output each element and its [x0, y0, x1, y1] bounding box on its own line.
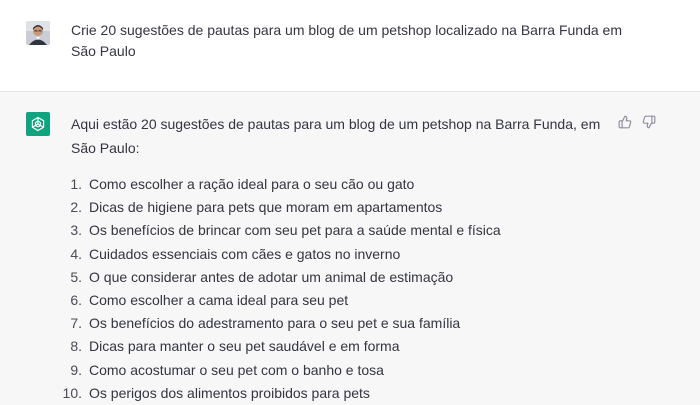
list-item-number: 8. [70, 338, 82, 355]
list-item-text: Dicas de higiene para pets que moram em … [89, 199, 443, 216]
list-item-text: Como escolher a cama ideal para seu pet [89, 291, 349, 308]
list-item: 10. Os perigos dos alimentos proibidos p… [56, 382, 501, 405]
list-item-text: Os benefícios do adestramento para o seu… [89, 315, 461, 332]
list-item-text: Como acostumar o seu pet com o banho e t… [89, 361, 384, 378]
user-photo-icon [26, 21, 50, 45]
list-item-number: 10. [62, 384, 82, 401]
list-item: 6. Como escolher a cama ideal para seu p… [56, 289, 501, 312]
user-message-text: Crie 20 sugestões de pautas para um blog… [71, 22, 623, 59]
list-item-number: 5. [70, 268, 82, 285]
list-item-text: Como escolher a ração ideal para o seu c… [89, 176, 415, 192]
list-item: 9. Como acostumar o seu pet com o banho … [56, 359, 501, 382]
list-item-text: Dicas para manter o seu pet saudável e e… [89, 338, 400, 355]
list-item: 1. Como escolher a ração ideal para o se… [56, 173, 501, 196]
list-item-number: 4. [70, 245, 82, 262]
list-item-number: 6. [70, 291, 82, 308]
list-item-number: 9. [70, 361, 82, 378]
list-item-text: Os benefícios de brincar com seu pet par… [89, 222, 501, 239]
list-item-number: 2. [70, 199, 82, 216]
user-message: Crie 20 sugestões de pautas para um blog… [0, 0, 700, 92]
list-item-number: 3. [70, 222, 82, 239]
list-item: 7. Os benefícios do adestramento para o … [56, 312, 501, 335]
list-item-text: Cuidados essenciais com cães e gatos no … [89, 245, 401, 262]
suggestions-list: 1. Como escolher a ração ideal para o se… [56, 173, 501, 405]
thumbs-up-icon [618, 115, 632, 129]
list-item: 5. O que considerar antes de adotar um a… [56, 266, 501, 289]
user-avatar [26, 21, 50, 45]
thumbs-down-icon [642, 115, 656, 129]
list-item-number: 7. [70, 315, 82, 332]
list-item-text: O que considerar antes de adotar um anim… [89, 268, 454, 285]
list-item: 4. Cuidados essenciais com cães e gatos … [56, 243, 501, 266]
list-item-text: Os perigos dos alimentos proibidos para … [89, 384, 370, 401]
thumbs-up-button[interactable] [617, 114, 633, 130]
list-item: 2. Dicas de higiene para pets que moram … [56, 196, 501, 219]
list-item: 8. Dicas para manter o seu pet saudável … [56, 335, 501, 358]
assistant-intro-text: Aqui estão 20 sugestões de pautas para u… [71, 116, 601, 156]
assistant-message: Aqui estão 20 sugestões de pautas para u… [0, 92, 700, 405]
openai-logo-icon [26, 112, 50, 136]
thumbs-down-button[interactable] [641, 114, 657, 130]
list-item: 3. Os benefícios de brincar com seu pet … [56, 219, 501, 242]
list-item-number: 1. [70, 176, 82, 192]
